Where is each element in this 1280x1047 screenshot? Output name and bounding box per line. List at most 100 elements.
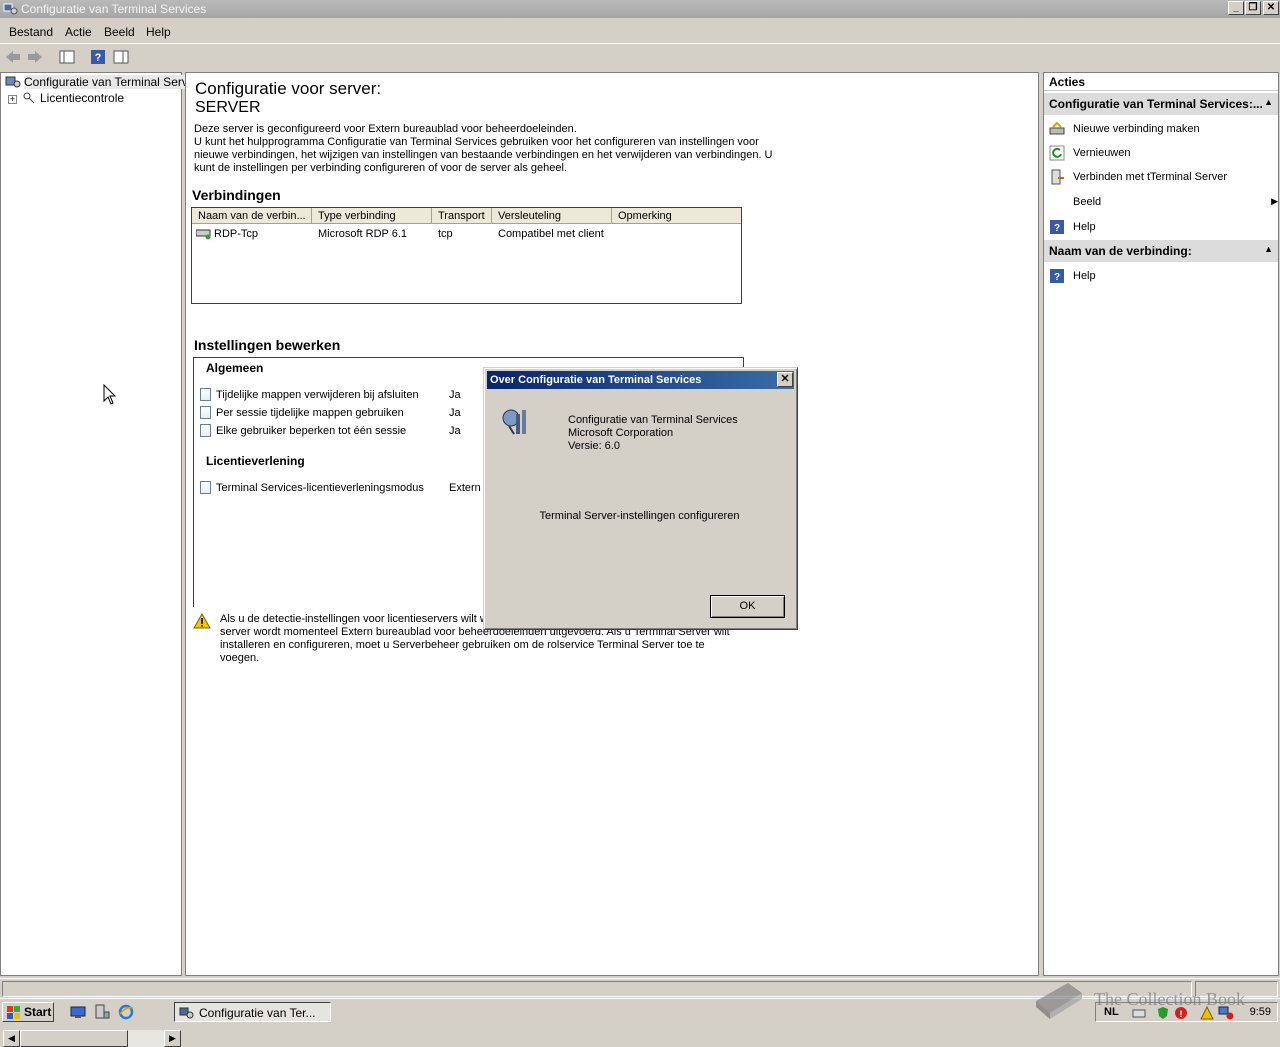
collapse-up-icon[interactable]: ▲ [1264,244,1273,254]
expand-plus-icon[interactable]: + [8,95,17,104]
show-desktop-icon[interactable] [70,1004,86,1020]
page-title: Configuratie voor server: [195,79,382,98]
column-header-name[interactable]: Naam van de verbin... [192,208,312,224]
dialog-close-button[interactable]: ✕ [777,372,793,387]
help-icon[interactable]: ? [89,48,107,66]
action-help[interactable]: ? Help [1049,217,1274,237]
svg-text:?: ? [95,52,102,64]
setting-value: Ja [449,407,461,419]
connections-list[interactable]: Naam van de verbin... Type verbinding Tr… [191,207,742,304]
actions-title: Acties [1044,73,1278,91]
cell-name: RDP-Tcp [214,228,259,240]
setting-row[interactable]: Terminal Services-licentieverleningsmodu… [200,481,424,494]
dialog-description: Terminal Server-instellingen configurere… [539,510,740,522]
refresh-icon [1049,145,1065,161]
description: Deze server is geconfigureerd voor Exter… [194,123,794,175]
setting-row[interactable]: Tijdelijke mappen verwijderen bij afslui… [200,388,419,401]
scroll-thumb[interactable] [20,1030,128,1047]
mouse-cursor-icon [103,384,117,405]
column-header-type[interactable]: Type verbinding [312,208,432,224]
tree-item-root[interactable]: Configuratie van Terminal Servic [5,75,197,89]
cell-transport: tcp [438,228,453,240]
action-view[interactable]: Beeld ▶ [1049,192,1278,212]
tree-root-label: Configuratie van Terminal Servic [24,75,197,89]
menu-bestand[interactable]: Bestand [9,25,53,39]
new-connection-icon [1049,121,1065,135]
connect-server-icon [1051,169,1064,185]
window-title: Configuratie van Terminal Services [21,2,207,16]
action-label: Vernieuwen [1073,147,1131,159]
column-header-comment[interactable]: Opmerking [612,208,741,224]
connection-icon [196,229,211,240]
warning-icon [193,613,211,629]
actions-section-services[interactable]: Configuratie van Terminal Services:... ▲ [1044,93,1278,115]
scroll-right-icon[interactable]: ▶ [164,1030,181,1047]
tree-item-licentiecontrole[interactable]: + Licentiecontrole [8,91,124,105]
action-refresh[interactable]: Vernieuwen [1049,143,1274,163]
actions-pane: Acties Configuratie van Terminal Service… [1043,72,1279,976]
forward-arrow-icon[interactable] [26,48,44,66]
column-header-encryption[interactable]: Versleuteling [492,208,612,224]
svg-text:?: ? [1054,272,1060,283]
description-line-2: U kunt het hulpprogramma Configuratie va… [194,136,773,174]
terminal-services-icon [502,409,526,435]
scroll-left-icon[interactable]: ◀ [3,1030,20,1047]
dialog-product: Configuratie van Terminal Services [568,414,738,426]
start-button[interactable]: Start [2,1002,54,1022]
group-licensing: Licentieverlening [206,454,305,468]
action-connect-terminal-server[interactable]: Verbinden met tTerminal Server [1049,167,1274,187]
server-name: SERVER [195,99,261,116]
windows-logo-icon [7,1006,20,1019]
close-button[interactable]: ✕ [1263,1,1279,15]
setting-icon [200,481,211,494]
section-label: Naam van de verbinding: [1049,244,1192,258]
description-line-1: Deze server is geconfigureerd voor Exter… [194,123,577,135]
help-icon: ? [1050,269,1064,283]
dialog-titlebar[interactable]: Over Configuratie van Terminal Services [487,371,794,389]
tree-horizontal-scrollbar[interactable]: ◀ ▶ [3,1030,181,1047]
license-key-icon [23,92,35,104]
action-pane-icon[interactable] [112,48,130,66]
back-arrow-icon[interactable] [4,48,22,66]
dialog-company: Microsoft Corporation [568,427,674,439]
server-manager-icon[interactable] [94,1004,110,1020]
setting-row[interactable]: Elke gebruiker beperken tot één sessie [200,424,406,437]
setting-icon [200,388,211,401]
setting-value: Extern I [449,482,487,494]
watermark: The Collection Book [1030,975,1280,1023]
watermark-text: The Collection Book [1094,989,1245,1009]
column-header-transport[interactable]: Transport [432,208,492,224]
collapse-up-icon[interactable]: ▲ [1264,97,1273,107]
menu-beeld[interactable]: Beeld [104,25,135,39]
menu-actie[interactable]: Actie [65,25,92,39]
book-logo-icon [1036,983,1082,1019]
help-icon: ? [1050,220,1064,234]
setting-label: Per sessie tijdelijke mappen gebruiken [216,407,404,419]
actions-section-connection[interactable]: Naam van de verbinding: ▲ [1044,240,1278,262]
terminal-services-icon [3,3,18,15]
menu-help[interactable]: Help [146,25,171,39]
window-titlebar[interactable]: Configuratie van Terminal Services _ ❐ ✕ [0,0,1280,18]
minimize-button[interactable]: _ [1228,1,1244,15]
about-dialog: Over Configuratie van Terminal Services … [483,367,798,630]
setting-icon [200,424,211,437]
menu-bar: Bestand Actie Beeld Help [0,20,1280,42]
setting-label: Terminal Services-licentieverleningsmodu… [216,482,424,494]
dialog-title: Over Configuratie van Terminal Services [490,374,702,386]
setting-row[interactable]: Per sessie tijdelijke mappen gebruiken [200,406,404,419]
terminal-services-icon [5,76,21,88]
restore-button[interactable]: ❐ [1245,1,1261,15]
internet-explorer-icon[interactable] [118,1004,134,1020]
taskbar-item-terminal-services[interactable]: Configuratie van Ter... [174,1002,331,1022]
setting-label: Tijdelijke mappen verwijderen bij afslui… [216,389,419,401]
action-label: Beeld [1073,196,1102,208]
cell-encryption: Compatibel met client [498,228,604,240]
action-label: Verbinden met tTerminal Server [1073,171,1228,183]
console-tree-icon[interactable] [58,48,76,66]
action-label: Help [1073,221,1096,233]
tree-child-label: Licentiecontrole [40,91,125,105]
ok-button[interactable]: OK [710,595,785,618]
action-new-connection[interactable]: Nieuwe verbinding maken [1049,119,1274,139]
setting-icon [200,406,211,419]
action-help-connection[interactable]: ? Help [1049,266,1274,286]
